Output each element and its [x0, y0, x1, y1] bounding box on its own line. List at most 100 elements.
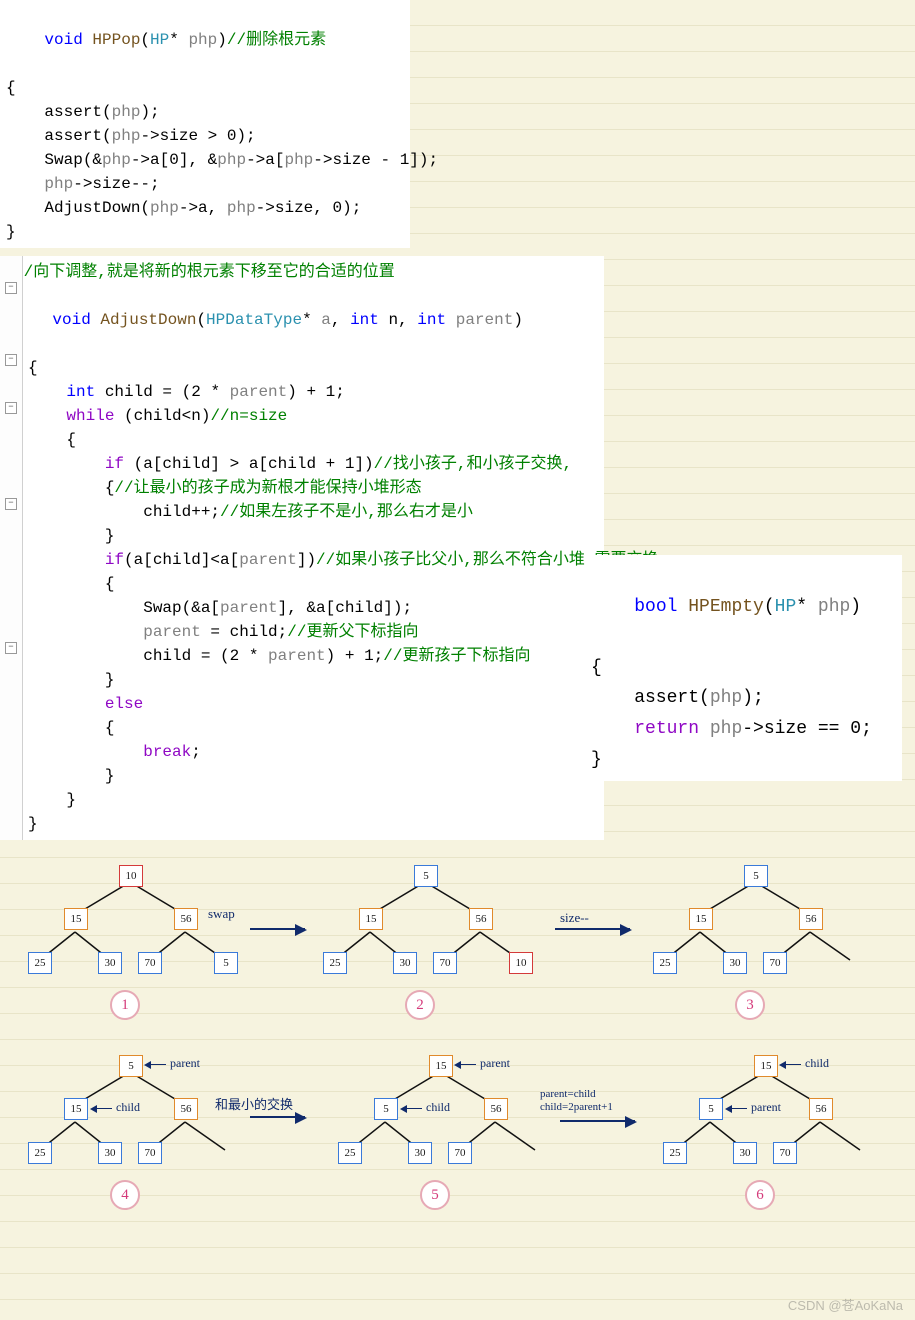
- heap-node: 56: [174, 1098, 198, 1120]
- code-line: if(a[child]<a[parent])//如果小孩子比父小,那么不符合小堆…: [28, 548, 598, 572]
- code-line: }: [591, 745, 896, 776]
- step-number: 4: [110, 1180, 140, 1210]
- heap-node: 56: [469, 908, 493, 930]
- code-hppop: void HPPop(HP* php)//删除根元素 { assert(php)…: [0, 0, 410, 248]
- code-line: {//让最小的孩子成为新根才能保持小堆形态: [28, 476, 598, 500]
- fold-icon[interactable]: −: [5, 642, 17, 654]
- kw-void: void: [44, 31, 82, 49]
- heap-node: 30: [408, 1142, 432, 1164]
- code-line: {: [28, 716, 598, 740]
- code-line: void AdjustDown(HPDataType* a, int n, in…: [14, 284, 598, 356]
- heap-node: 5: [699, 1098, 723, 1120]
- annotation-swap: swap: [208, 906, 235, 922]
- heap-node: 70: [138, 952, 162, 974]
- code-line: php->size--;: [6, 172, 404, 196]
- heap-node: 25: [653, 952, 677, 974]
- heap-node: 70: [138, 1142, 162, 1164]
- code-line: }: [28, 788, 598, 812]
- fold-icon[interactable]: −: [5, 354, 17, 366]
- heap-node: 30: [98, 1142, 122, 1164]
- heap-node: 70: [448, 1142, 472, 1164]
- annotation-swap-min: 和最小的交换: [215, 1094, 293, 1113]
- code-line: }: [28, 524, 598, 548]
- code-line: int child = (2 * parent) + 1;: [28, 380, 598, 404]
- heap-node: 5: [214, 952, 238, 974]
- code-line: assert(php->size > 0);: [6, 124, 404, 148]
- arrow-icon: [250, 928, 305, 930]
- heap-node: 56: [809, 1098, 833, 1120]
- code-line: {: [6, 76, 404, 100]
- annotation-sizemm: size--: [560, 910, 589, 926]
- code-line: assert(php);: [591, 683, 896, 714]
- ptr-parent: parent: [146, 1056, 200, 1071]
- code-line: {: [28, 572, 598, 596]
- ptr-parent: parent: [456, 1056, 510, 1071]
- code-line: parent = child;//更新父下标指向: [28, 620, 598, 644]
- heap-node: 30: [723, 952, 747, 974]
- code-line: {: [591, 653, 896, 684]
- tree-step-5: 15 5 56 25 30 70 parent child 5: [330, 1050, 560, 1220]
- fold-icon[interactable]: −: [5, 402, 17, 414]
- heap-node: 15: [359, 908, 383, 930]
- heap-node: 56: [799, 908, 823, 930]
- tree-step-6: 15 5 56 25 30 70 child parent 6: [655, 1050, 885, 1220]
- code-line: }: [28, 764, 598, 788]
- ptr-child: child: [92, 1100, 140, 1115]
- code-line: {: [28, 428, 598, 452]
- heap-node: 30: [98, 952, 122, 974]
- code-line: child = (2 * parent) + 1;//更新孩子下标指向: [28, 644, 598, 668]
- step-number: 1: [110, 990, 140, 1020]
- heap-node: 15: [429, 1055, 453, 1077]
- fold-gutter: − − − − −: [0, 256, 23, 840]
- code-line: void HPPop(HP* php)//删除根元素: [6, 4, 404, 76]
- code-line: break;: [28, 740, 598, 764]
- heap-node: 70: [763, 952, 787, 974]
- arrow-icon: [555, 928, 630, 930]
- tree-step-1: 10 15 56 25 30 70 5 1: [20, 860, 250, 1020]
- heap-node: 10: [509, 952, 533, 974]
- code-line: assert(php);: [6, 100, 404, 124]
- heap-node: 25: [28, 952, 52, 974]
- step-number: 2: [405, 990, 435, 1020]
- heap-node: 15: [754, 1055, 778, 1077]
- heap-node: 5: [414, 865, 438, 887]
- arrow-icon: [560, 1120, 635, 1122]
- heap-node: 70: [773, 1142, 797, 1164]
- fold-icon[interactable]: −: [5, 282, 17, 294]
- code-line: bool HPEmpty(HP* php): [591, 561, 896, 653]
- code-line: child++;//如果左孩子不是小,那么右才是小: [28, 500, 598, 524]
- tree-step-4: 5 15 56 25 30 70 parent child 4: [20, 1050, 250, 1220]
- heap-node: 56: [174, 908, 198, 930]
- tree-step-3: 5 15 56 25 30 70 3: [645, 860, 875, 1020]
- heap-node: 15: [64, 1098, 88, 1120]
- code-line: return php->size == 0;: [591, 714, 896, 745]
- heap-node: 30: [393, 952, 417, 974]
- code-line: Swap(&a[parent], &a[child]);: [28, 596, 598, 620]
- code-adjustdown: − − − − − //向下调整,就是将新的根元素下移至它的合适的位置 void…: [0, 256, 604, 840]
- code-line: }: [28, 668, 598, 692]
- code-line: if (a[child] > a[child + 1])//找小孩子,和小孩子交…: [28, 452, 598, 476]
- code-comment: //向下调整,就是将新的根元素下移至它的合适的位置: [14, 260, 598, 284]
- heap-node: 70: [433, 952, 457, 974]
- tree-step-2: 5 15 56 25 30 70 10 2: [315, 860, 545, 1020]
- heap-node: 5: [374, 1098, 398, 1120]
- heap-diagram: 10 15 56 25 30 70 5 1 swap 5 15 56 25 30…: [0, 860, 915, 1320]
- heap-node: 5: [744, 865, 768, 887]
- code-line: AdjustDown(php->a, php->size, 0);: [6, 196, 404, 220]
- code-hpempty: bool HPEmpty(HP* php) { assert(php); ret…: [585, 555, 902, 781]
- step-number: 3: [735, 990, 765, 1020]
- code-line: {: [28, 356, 598, 380]
- fold-icon[interactable]: −: [5, 498, 17, 510]
- heap-node: 25: [28, 1142, 52, 1164]
- code-line: }: [6, 220, 404, 244]
- heap-node: 56: [484, 1098, 508, 1120]
- heap-node: 15: [689, 908, 713, 930]
- code-line: while (child<n)//n=size: [28, 404, 598, 428]
- code-line: else: [28, 692, 598, 716]
- ptr-child: child: [402, 1100, 450, 1115]
- ptr-parent: parent: [727, 1100, 781, 1115]
- step-number: 6: [745, 1180, 775, 1210]
- heap-node: 10: [119, 865, 143, 887]
- heap-node: 5: [119, 1055, 143, 1077]
- heap-node: 30: [733, 1142, 757, 1164]
